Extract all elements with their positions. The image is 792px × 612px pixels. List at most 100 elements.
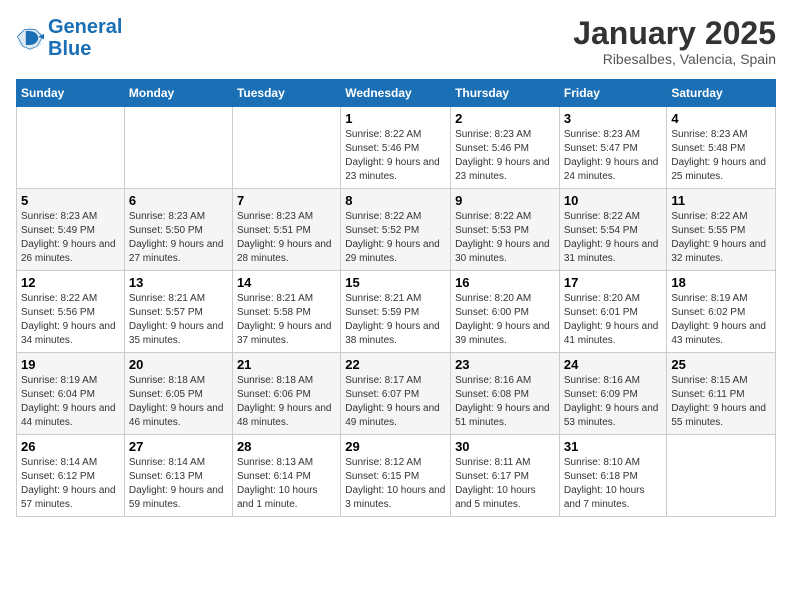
- day-header-thursday: Thursday: [451, 80, 560, 107]
- cell-info: Sunrise: 8:21 AM Sunset: 5:57 PM Dayligh…: [129, 292, 228, 348]
- cell-info: Sunrise: 8:22 AM Sunset: 5:53 PM Dayligh…: [455, 210, 555, 266]
- calendar-cell: 12Sunrise: 8:22 AM Sunset: 5:56 PM Dayli…: [17, 271, 125, 353]
- calendar-cell: 9 Sunrise: 8:22 AM Sunset: 5:53 PM Daylig…: [451, 189, 560, 271]
- day-header-friday: Friday: [559, 80, 667, 107]
- day-number: 13: [129, 275, 228, 290]
- day-number: 24: [564, 357, 663, 372]
- cell-info: Sunrise: 8:10 AM Sunset: 6:18 PM Dayligh…: [564, 456, 663, 512]
- calendar-cell: 8Sunrise: 8:22 AM Sunset: 5:52 PM Daylig…: [341, 189, 451, 271]
- cell-info: Sunrise: 8:23 AM Sunset: 5:48 PM Dayligh…: [671, 128, 771, 184]
- cell-info: Sunrise: 8:11 AM Sunset: 6:17 PM Dayligh…: [455, 456, 555, 512]
- calendar-cell: [124, 107, 232, 189]
- day-number: 26: [21, 439, 120, 454]
- cell-info: Sunrise: 8:18 AM Sunset: 6:06 PM Dayligh…: [237, 374, 336, 430]
- calendar-cell: 13 Sunrise: 8:21 AM Sunset: 5:57 PM Dayli…: [124, 271, 232, 353]
- day-number: 17: [564, 275, 663, 290]
- calendar-cell: 24 Sunrise: 8:16 AM Sunset: 6:09 PM Dayli…: [559, 353, 667, 435]
- calendar-cell: 4Sunrise: 8:23 AM Sunset: 5:48 PM Daylig…: [667, 107, 776, 189]
- cell-info: Sunrise: 8:19 AM Sunset: 6:04 PM Dayligh…: [21, 374, 120, 430]
- day-number: 20: [129, 357, 228, 372]
- calendar-cell: 5 Sunrise: 8:23 AM Sunset: 5:49 PM Daylig…: [17, 189, 125, 271]
- calendar-cell: 25 Sunrise: 8:15 AM Sunset: 6:11 PM Dayli…: [667, 353, 776, 435]
- day-number: 9: [455, 193, 555, 208]
- cell-info: Sunrise: 8:23 AM Sunset: 5:51 PM Dayligh…: [237, 210, 336, 266]
- month-title: January 2025: [573, 16, 776, 51]
- cell-info: Sunrise: 8:12 AM Sunset: 6:15 PM Dayligh…: [345, 456, 446, 512]
- cell-info: Sunrise: 8:19 AM Sunset: 6:02 PM Dayligh…: [671, 292, 771, 348]
- cell-info: Sunrise: 8:21 AM Sunset: 5:58 PM Dayligh…: [237, 292, 336, 348]
- calendar-cell: 21 Sunrise: 8:18 AM Sunset: 6:06 PM Dayli…: [232, 353, 340, 435]
- day-number: 21: [237, 357, 336, 372]
- day-number: 18: [671, 275, 771, 290]
- day-number: 29: [345, 439, 446, 454]
- day-number: 7: [237, 193, 336, 208]
- day-number: 1: [345, 111, 446, 126]
- cell-info: Sunrise: 8:22 AM Sunset: 5:46 PM Dayligh…: [345, 128, 446, 184]
- cell-info: Sunrise: 8:22 AM Sunset: 5:54 PM Dayligh…: [564, 210, 663, 266]
- cell-info: Sunrise: 8:22 AM Sunset: 5:52 PM Dayligh…: [345, 210, 446, 266]
- day-number: 12: [21, 275, 120, 290]
- calendar-cell: 29 Sunrise: 8:12 AM Sunset: 6:15 PM Dayli…: [341, 435, 451, 517]
- day-number: 14: [237, 275, 336, 290]
- calendar-cell: 23Sunrise: 8:16 AM Sunset: 6:08 PM Dayli…: [451, 353, 560, 435]
- calendar-cell: 19 Sunrise: 8:19 AM Sunset: 6:04 PM Dayli…: [17, 353, 125, 435]
- calendar-cell: 11Sunrise: 8:22 AM Sunset: 5:55 PM Dayli…: [667, 189, 776, 271]
- calendar-cell: 28Sunrise: 8:13 AM Sunset: 6:14 PM Dayli…: [232, 435, 340, 517]
- day-number: 22: [345, 357, 446, 372]
- cell-info: Sunrise: 8:23 AM Sunset: 5:50 PM Dayligh…: [129, 210, 228, 266]
- cell-info: Sunrise: 8:20 AM Sunset: 6:00 PM Dayligh…: [455, 292, 555, 348]
- day-number: 5: [21, 193, 120, 208]
- day-number: 11: [671, 193, 771, 208]
- day-header-tuesday: Tuesday: [232, 80, 340, 107]
- logo-text: General Blue: [48, 16, 122, 60]
- calendar-cell: 18 Sunrise: 8:19 AM Sunset: 6:02 PM Dayli…: [667, 271, 776, 353]
- cell-info: Sunrise: 8:23 AM Sunset: 5:46 PM Dayligh…: [455, 128, 555, 184]
- calendar-body: 1 Sunrise: 8:22 AM Sunset: 5:46 PM Daylig…: [17, 107, 776, 517]
- logo-icon: [16, 24, 44, 52]
- day-header-sunday: Sunday: [17, 80, 125, 107]
- day-number: 6: [129, 193, 228, 208]
- day-number: 19: [21, 357, 120, 372]
- day-number: 31: [564, 439, 663, 454]
- calendar-cell: 22 Sunrise: 8:17 AM Sunset: 6:07 PM Dayli…: [341, 353, 451, 435]
- calendar-cell: 14 Sunrise: 8:21 AM Sunset: 5:58 PM Dayli…: [232, 271, 340, 353]
- calendar-cell: 16Sunrise: 8:20 AM Sunset: 6:00 PM Dayli…: [451, 271, 560, 353]
- cell-info: Sunrise: 8:14 AM Sunset: 6:13 PM Dayligh…: [129, 456, 228, 512]
- cell-info: Sunrise: 8:17 AM Sunset: 6:07 PM Dayligh…: [345, 374, 446, 430]
- cell-info: Sunrise: 8:21 AM Sunset: 5:59 PM Dayligh…: [345, 292, 446, 348]
- calendar-cell: 26 Sunrise: 8:14 AM Sunset: 6:12 PM Dayli…: [17, 435, 125, 517]
- location-subtitle: Ribesalbes, Valencia, Spain: [573, 51, 776, 67]
- day-number: 27: [129, 439, 228, 454]
- calendar-cell: 1 Sunrise: 8:22 AM Sunset: 5:46 PM Daylig…: [341, 107, 451, 189]
- day-number: 15: [345, 275, 446, 290]
- calendar-cell: 20Sunrise: 8:18 AM Sunset: 6:05 PM Dayli…: [124, 353, 232, 435]
- calendar-week-1: 1 Sunrise: 8:22 AM Sunset: 5:46 PM Daylig…: [17, 107, 776, 189]
- day-number: 3: [564, 111, 663, 126]
- calendar-cell: 27 Sunrise: 8:14 AM Sunset: 6:13 PM Dayli…: [124, 435, 232, 517]
- calendar-cell: 30 Sunrise: 8:11 AM Sunset: 6:17 PM Dayli…: [451, 435, 560, 517]
- cell-info: Sunrise: 8:23 AM Sunset: 5:49 PM Dayligh…: [21, 210, 120, 266]
- page-header: General Blue January 2025 Ribesalbes, Va…: [16, 16, 776, 67]
- cell-info: Sunrise: 8:15 AM Sunset: 6:11 PM Dayligh…: [671, 374, 771, 430]
- day-header-monday: Monday: [124, 80, 232, 107]
- calendar-cell: 2 Sunrise: 8:23 AM Sunset: 5:46 PM Daylig…: [451, 107, 560, 189]
- day-number: 2: [455, 111, 555, 126]
- cell-info: Sunrise: 8:20 AM Sunset: 6:01 PM Dayligh…: [564, 292, 663, 348]
- calendar-cell: 15 Sunrise: 8:21 AM Sunset: 5:59 PM Dayli…: [341, 271, 451, 353]
- day-header-saturday: Saturday: [667, 80, 776, 107]
- calendar-cell: [232, 107, 340, 189]
- day-number: 30: [455, 439, 555, 454]
- cell-info: Sunrise: 8:23 AM Sunset: 5:47 PM Dayligh…: [564, 128, 663, 184]
- calendar-cell: 10Sunrise: 8:22 AM Sunset: 5:54 PM Dayli…: [559, 189, 667, 271]
- calendar-week-5: 26 Sunrise: 8:14 AM Sunset: 6:12 PM Dayli…: [17, 435, 776, 517]
- cell-info: Sunrise: 8:16 AM Sunset: 6:09 PM Dayligh…: [564, 374, 663, 430]
- day-number: 25: [671, 357, 771, 372]
- cell-info: Sunrise: 8:16 AM Sunset: 6:08 PM Dayligh…: [455, 374, 555, 430]
- title-block: January 2025 Ribesalbes, Valencia, Spain: [573, 16, 776, 67]
- calendar-cell: [17, 107, 125, 189]
- logo: General Blue: [16, 16, 122, 60]
- cell-info: Sunrise: 8:13 AM Sunset: 6:14 PM Dayligh…: [237, 456, 336, 512]
- calendar-table: SundayMondayTuesdayWednesdayThursdayFrid…: [16, 79, 776, 517]
- calendar-cell: 6 Sunrise: 8:23 AM Sunset: 5:50 PM Daylig…: [124, 189, 232, 271]
- cell-info: Sunrise: 8:14 AM Sunset: 6:12 PM Dayligh…: [21, 456, 120, 512]
